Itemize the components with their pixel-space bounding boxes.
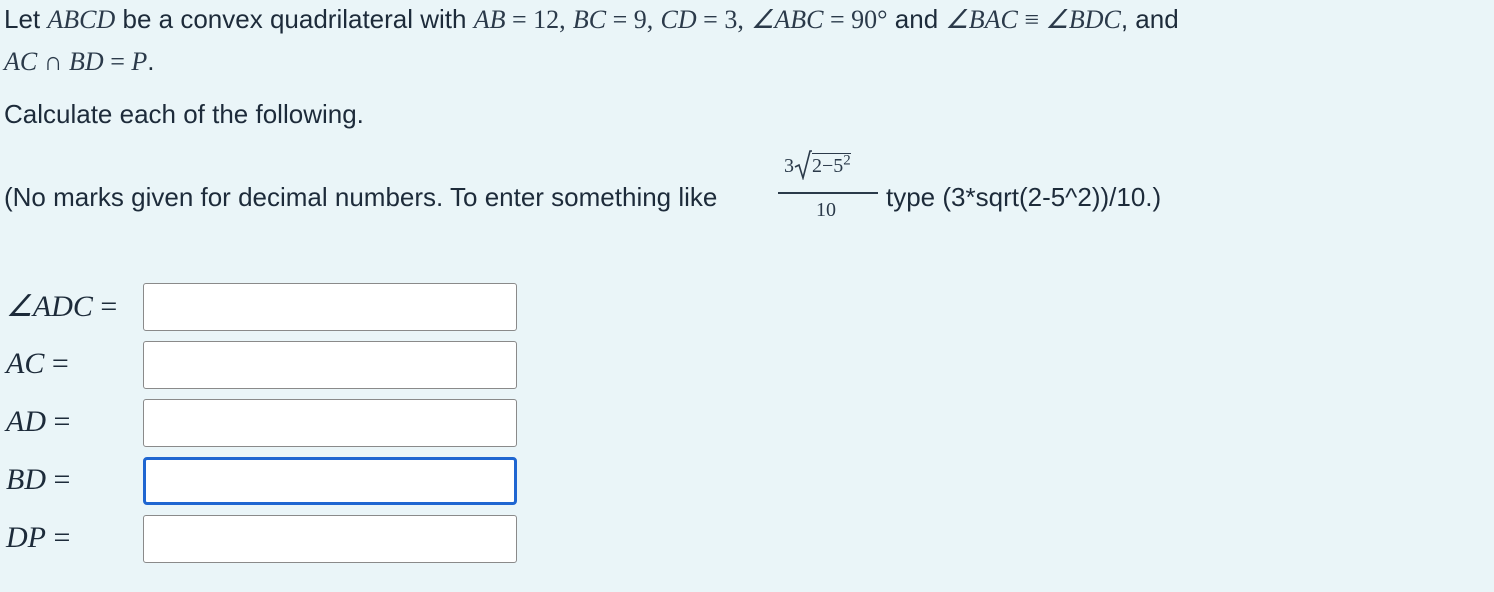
- answer-ac-input[interactable]: [143, 341, 517, 389]
- note-text-before: (No marks given for decimal numbers. To …: [4, 182, 718, 212]
- angle-bdc: ∠BDC: [1045, 5, 1121, 34]
- diag-ac: AC: [4, 47, 38, 76]
- intersection-symbol: ∩: [37, 47, 70, 76]
- fraction-bar: [778, 192, 878, 194]
- answer-angle-adc-input[interactable]: [143, 283, 517, 331]
- equiv-symbol: ≡: [1017, 5, 1046, 34]
- label-bd: BD =: [6, 463, 70, 497]
- label-ac: AC =: [6, 347, 69, 381]
- example-fraction: 3 2−52 10: [776, 146, 882, 230]
- label-bd-eq: =: [46, 463, 71, 496]
- numerator-radicand: 2−5: [812, 155, 844, 177]
- side-bc: BC: [572, 5, 607, 34]
- fraction-denominator: 10: [816, 199, 836, 221]
- side-ab-value: = 12,: [505, 5, 566, 34]
- text-and: and: [894, 4, 939, 34]
- note-text-after: type (3*sqrt(2-5^2))/10.): [886, 182, 1162, 212]
- problem-statement-line-2: AC ∩ BD = P.: [4, 44, 154, 79]
- sqrt-icon: [794, 150, 812, 181]
- point-p: P: [131, 47, 148, 76]
- fraction-numerator: 3 2−52: [784, 150, 851, 181]
- label-ad: AD =: [6, 405, 70, 439]
- answer-bd-input[interactable]: [143, 457, 517, 505]
- angle-abc: ∠ABC: [751, 5, 824, 34]
- label-dp-var: DP: [6, 521, 46, 554]
- label-angle-adc: ∠ADC =: [6, 289, 117, 324]
- label-dp-eq: =: [46, 521, 71, 554]
- numerator-exponent: 2: [843, 152, 851, 169]
- label-ac-eq: =: [44, 347, 69, 380]
- label-angle-adc-eq: =: [92, 290, 118, 323]
- numerator-coefficient: 3: [784, 155, 794, 177]
- instruction-text: Calculate each of the following.: [4, 99, 364, 129]
- problem-statement-line-1: Let ABCD be a convex quadrilateral with …: [4, 2, 1179, 37]
- label-bd-var: BD: [6, 463, 46, 496]
- label-dp: DP =: [6, 521, 70, 555]
- label-ad-var: AD: [6, 405, 46, 438]
- text-let: Let: [4, 4, 41, 34]
- text-be-convex: be a convex quadrilateral with: [122, 4, 467, 34]
- angle-bac: ∠BAC: [945, 5, 1018, 34]
- equals-symbol: =: [103, 47, 132, 76]
- side-cd-value: = 3,: [696, 5, 744, 34]
- side-bc-value: = 9,: [606, 5, 654, 34]
- label-ad-eq: =: [46, 405, 71, 438]
- period: .: [147, 46, 155, 76]
- answer-dp-input[interactable]: [143, 515, 517, 563]
- diag-bd: BD: [69, 47, 104, 76]
- label-ac-var: AC: [6, 347, 45, 380]
- answer-ad-input[interactable]: [143, 399, 517, 447]
- label-angle-adc-var: ∠ADC: [6, 290, 93, 323]
- side-ab: AB: [473, 5, 506, 34]
- side-cd: CD: [660, 5, 697, 34]
- quad-name: ABCD: [47, 5, 116, 34]
- text-and-2: , and: [1120, 4, 1179, 34]
- angle-abc-value: = 90°: [823, 5, 888, 34]
